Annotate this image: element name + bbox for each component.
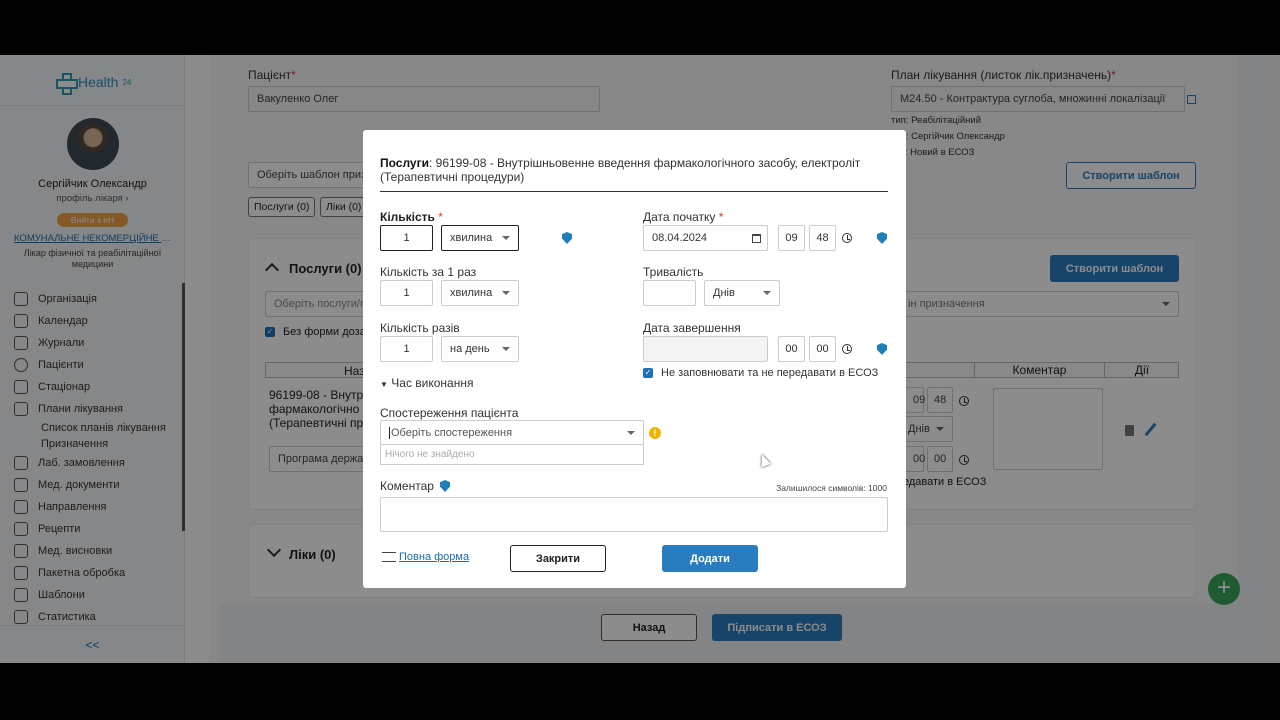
comment-label-text: Коментар: [380, 479, 434, 493]
qty-label-text: Кількість: [380, 210, 435, 224]
duration-input[interactable]: [643, 280, 696, 306]
observe-dropdown-empty: Нічого не знайдено: [380, 445, 644, 465]
qty-once-unit-label: хвилина: [450, 287, 493, 299]
app-screen: Health 24 Сергійчик Олександр профіль лік…: [0, 55, 1280, 663]
qty-unit-select[interactable]: хвилина: [441, 225, 519, 251]
qty-once-unit-select[interactable]: хвилина: [441, 280, 519, 306]
no-esoz-label: Не заповнювати та не передавати в ЕСОЗ: [661, 367, 879, 379]
chevron-down-icon: [502, 347, 510, 351]
start-date-label: Дата початку *: [643, 210, 724, 224]
qty-once-input[interactable]: 1: [380, 280, 433, 306]
modal-title-divider: [380, 191, 888, 192]
caret-down-icon: ▼: [380, 380, 388, 389]
start-date-input[interactable]: 08.04.2024: [643, 225, 768, 251]
full-form-link[interactable]: Повна форма: [399, 551, 469, 563]
qty-unit-label: хвилина: [450, 232, 493, 244]
add-button[interactable]: Додати: [662, 545, 758, 572]
observe-select-label: Оберіть спостереження: [389, 426, 513, 439]
shield-icon: [877, 343, 887, 355]
qty-once-label: Кількість за 1 раз: [380, 265, 477, 279]
clock-icon[interactable]: [842, 344, 852, 354]
modal-title: Послуги: 96199-08 - Внутрішньовенне введ…: [380, 156, 890, 184]
end-hour-input[interactable]: 00: [778, 336, 805, 362]
duration-unit-label: Днів: [713, 287, 735, 299]
modal-title-bold: Послуги: [380, 156, 429, 170]
qty-input[interactable]: 1: [380, 225, 433, 251]
start-minute-input[interactable]: 48: [809, 225, 836, 251]
chevron-down-icon: [502, 236, 510, 240]
observe-select[interactable]: Оберіть спостереження: [380, 420, 644, 445]
times-label: Кількість разів: [380, 321, 460, 335]
chars-left: Залишилося символів: 1000: [776, 483, 887, 493]
clock-icon[interactable]: [842, 233, 852, 243]
shield-icon: [562, 232, 572, 244]
duration-label: Тривалість: [643, 265, 704, 279]
comment-textarea[interactable]: [380, 497, 888, 532]
end-minute-input[interactable]: 00: [809, 336, 836, 362]
chevron-down-icon: [502, 291, 510, 295]
service-modal: Послуги: 96199-08 - Внутрішньовенне введ…: [363, 130, 906, 588]
observe-label: Спостереження пацієнта: [380, 406, 519, 420]
shield-icon: [440, 480, 450, 492]
times-input[interactable]: 1: [380, 336, 433, 362]
modal-title-text: : 96199-08 - Внутрішньовенне введення фа…: [380, 156, 861, 184]
duration-unit-select[interactable]: Днів: [704, 280, 780, 306]
end-date-label: Дата завершення: [643, 321, 741, 335]
end-date-input[interactable]: [643, 336, 768, 362]
qty-label: Кількість *: [380, 210, 443, 224]
exec-time-label: Час виконання: [391, 376, 474, 390]
no-esoz-checkbox[interactable]: ✓: [643, 368, 653, 378]
start-hour-input[interactable]: 09: [778, 225, 805, 251]
exec-time-toggle[interactable]: ▼ Час виконання: [380, 376, 473, 390]
warning-icon: !: [649, 427, 661, 439]
chevron-down-icon: [627, 430, 635, 435]
times-unit-select[interactable]: на день: [441, 336, 519, 362]
start-date-value: 08.04.2024: [652, 232, 708, 244]
start-date-label-text: Дата початку: [643, 210, 716, 224]
calendar-icon[interactable]: [752, 234, 761, 243]
comment-label: Коментар: [380, 479, 434, 493]
chevron-down-icon: [763, 291, 771, 295]
shield-icon: [877, 232, 887, 244]
times-unit-label: на день: [450, 343, 490, 355]
close-button[interactable]: Закрити: [510, 545, 606, 572]
list-icon: [382, 552, 396, 562]
